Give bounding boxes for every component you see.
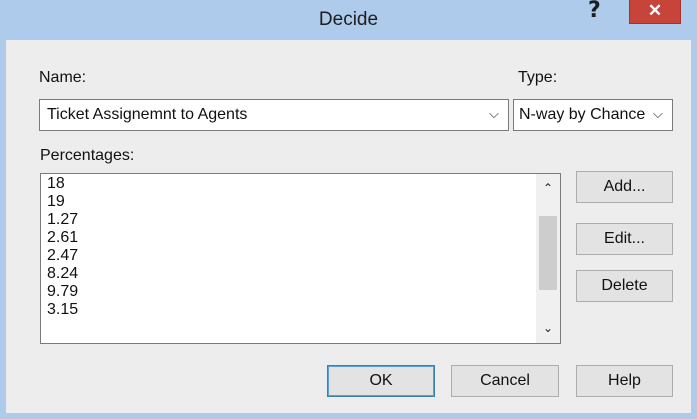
vertical-scrollbar[interactable]: ⌃ ⌄ xyxy=(536,174,560,343)
cancel-button[interactable]: Cancel xyxy=(451,365,559,397)
list-item[interactable]: 9.79 xyxy=(47,283,78,301)
delete-button[interactable]: Delete xyxy=(576,270,673,302)
name-value: Ticket Assignemnt to Agents xyxy=(47,106,248,123)
close-button[interactable]: ✕ xyxy=(629,0,681,24)
scroll-down-icon[interactable]: ⌄ xyxy=(536,316,560,340)
name-label: Name: xyxy=(39,69,87,86)
percentages-label: Percentages: xyxy=(40,147,135,164)
decide-dialog: Decide ? ✕ Name: Type: Ticket Assignemnt… xyxy=(0,0,697,419)
help-icon[interactable]: ? xyxy=(588,0,601,23)
list-item[interactable]: 18 xyxy=(47,175,78,193)
dialog-body: Name: Type: Ticket Assignemnt to Agents … xyxy=(6,40,691,413)
scroll-up-icon[interactable]: ⌃ xyxy=(536,176,560,200)
percentages-list[interactable]: 18 19 1.27 2.61 2.47 8.24 9.79 3.15 ⌃ ⌄ xyxy=(40,173,561,344)
type-label: Type: xyxy=(518,69,558,86)
close-icon: ✕ xyxy=(647,1,663,20)
name-combobox[interactable]: Ticket Assignemnt to Agents ⌵ xyxy=(39,99,509,131)
list-item[interactable]: 3.15 xyxy=(47,301,78,319)
type-value: N-way by Chance xyxy=(519,106,646,123)
list-item[interactable]: 19 xyxy=(47,193,78,211)
add-button[interactable]: Add... xyxy=(576,171,673,203)
list-item[interactable]: 8.24 xyxy=(47,265,78,283)
chevron-down-icon[interactable]: ⌵ xyxy=(489,106,499,122)
list-item[interactable]: 1.27 xyxy=(47,211,78,229)
edit-button[interactable]: Edit... xyxy=(576,223,673,255)
list-item[interactable]: 2.47 xyxy=(47,247,78,265)
list-item[interactable]: 2.61 xyxy=(47,229,78,247)
type-select[interactable]: N-way by Chance ⌵ xyxy=(513,99,673,131)
percentages-items: 18 19 1.27 2.61 2.47 8.24 9.79 3.15 xyxy=(47,175,78,319)
title-bar[interactable]: Decide ? ✕ xyxy=(6,0,691,40)
chevron-down-icon[interactable]: ⌵ xyxy=(653,106,663,122)
scrollbar-thumb[interactable] xyxy=(539,216,557,290)
help-button[interactable]: Help xyxy=(576,365,673,397)
ok-button[interactable]: OK xyxy=(327,365,435,397)
